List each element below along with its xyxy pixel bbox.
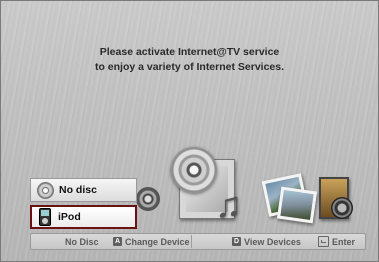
- ipod-icon: [39, 208, 51, 226]
- disc-decoration-icon: [136, 187, 160, 211]
- help-enter[interactable]: Enter: [318, 234, 355, 249]
- music-icon[interactable]: ♫: [215, 187, 242, 223]
- help-change-device-label: Change Device: [125, 236, 190, 247]
- help-divider: [191, 235, 192, 248]
- a-key-icon: A: [113, 237, 122, 246]
- help-view-devices-label: View Devices: [244, 236, 301, 247]
- device-label: iPod: [58, 211, 81, 223]
- help-no-disc: No Disc: [65, 234, 99, 249]
- d-key-icon: D: [232, 237, 241, 246]
- message-line-1: Please activate Internet@TV service: [99, 46, 280, 58]
- enter-icon: [318, 236, 329, 247]
- home-screen: Please activate Internet@TV service to e…: [0, 0, 379, 262]
- activation-message: Please activate Internet@TV service to e…: [1, 45, 378, 75]
- message-line-2: to enjoy a variety of Internet Services.: [94, 61, 285, 73]
- device-list: No disc iPod: [30, 178, 137, 230]
- help-view-devices[interactable]: D View Devices: [232, 234, 301, 249]
- disc-small-icon: [37, 181, 54, 199]
- photo-icon-secondary: [276, 186, 318, 224]
- device-label: No disc: [59, 184, 97, 196]
- disc-icon[interactable]: [171, 147, 217, 193]
- help-enter-label: Enter: [332, 236, 356, 247]
- help-no-disc-label: No Disc: [65, 236, 99, 247]
- help-change-device[interactable]: A Change Device: [113, 234, 190, 249]
- device-item-ipod[interactable]: iPod: [30, 205, 137, 229]
- settings-gear-icon[interactable]: [331, 197, 353, 219]
- help-bar: No Disc A Change Device D View Devices E…: [30, 233, 366, 250]
- device-item-no-disc[interactable]: No disc: [30, 178, 137, 202]
